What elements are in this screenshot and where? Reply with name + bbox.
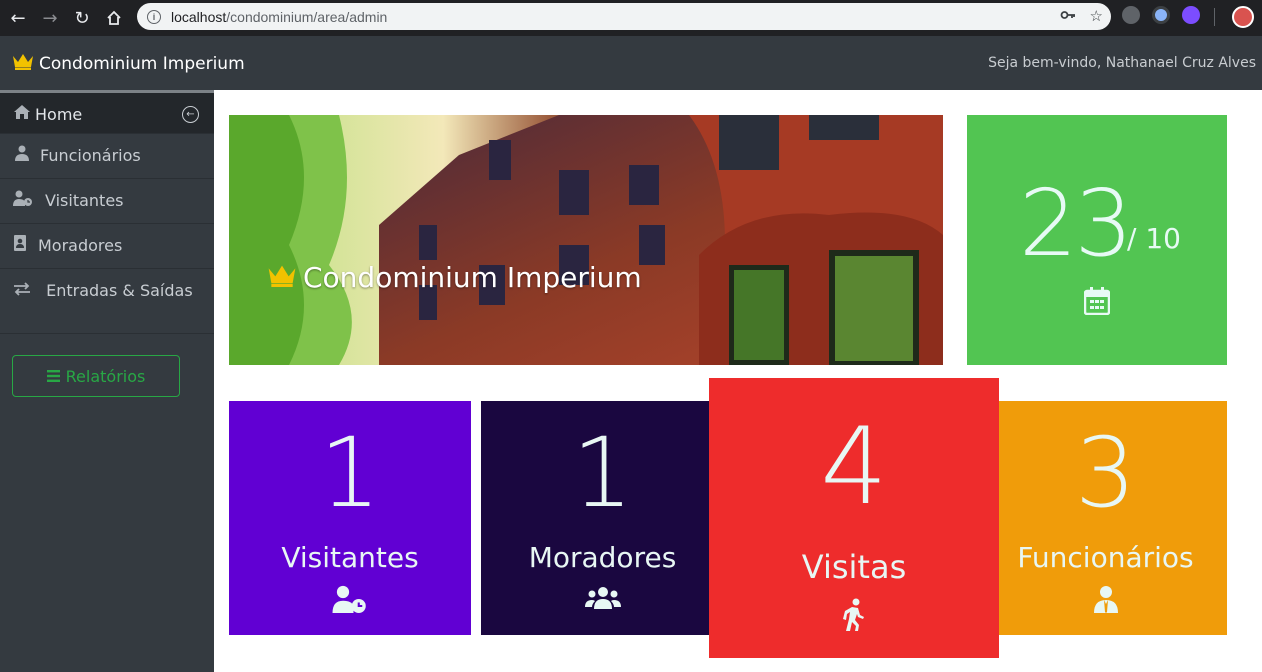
url-host: localhost [171, 8, 227, 25]
stat-card-funcionarios[interactable]: 3 Funcionários [984, 401, 1227, 635]
sidebar-item-label: Home [35, 105, 83, 124]
stat-label: Visitas [801, 548, 907, 586]
welcome-text: Seja bem-vindo, Nathanael Cruz Alves [988, 55, 1256, 71]
browser-toolbar: ← → ↻ i localhost/condominium/area/admin… [0, 0, 1262, 36]
sidebar-item-entradas-saidas[interactable]: Entradas & Saídas [0, 269, 214, 334]
exchange-icon [13, 279, 35, 303]
extension-circle-icon[interactable] [1152, 6, 1170, 24]
hero-title-text: Condominium Imperium [303, 261, 642, 294]
user-clock-icon [13, 189, 35, 213]
home-browser-icon[interactable] [100, 4, 128, 32]
info-icon[interactable]: i [147, 9, 161, 24]
sidebar-item-label: Entradas & Saídas [46, 281, 193, 300]
collapse-arrow-icon[interactable]: ← [182, 106, 199, 123]
date-card: 23 / 10 [967, 115, 1227, 365]
app-navbar: Condominium Imperium Seja bem-vindo, Nat… [0, 36, 1262, 90]
walking-icon [709, 598, 999, 632]
date-day: 23 [1019, 170, 1133, 277]
hero-banner: Condominium Imperium [229, 115, 943, 365]
extension-check-icon[interactable] [1182, 6, 1200, 24]
extension-bolt-icon[interactable] [1122, 6, 1140, 24]
user-clock-icon [229, 585, 471, 613]
crown-icon [267, 261, 297, 294]
home-icon [13, 103, 35, 127]
reports-label: Relatórios [65, 366, 146, 386]
sidebar-item-label: Visitantes [45, 191, 124, 210]
stat-value: 1 [571, 417, 634, 529]
bookmark-star-icon[interactable]: ☆ [1090, 7, 1103, 27]
forward-icon[interactable]: → [36, 4, 64, 32]
sidebar-item-funcionarios[interactable]: Funcionários [0, 134, 214, 179]
stat-value: 3 [1074, 417, 1137, 529]
url-path: /condominium/area/admin [226, 8, 388, 25]
address-bar[interactable]: i localhost/condominium/area/admin ☆ [137, 3, 1111, 30]
stat-card-visitas[interactable]: 4 Visitas [709, 378, 999, 658]
stat-card-visitantes[interactable]: 1 Visitantes [229, 401, 471, 635]
sidebar-item-visitantes[interactable]: Visitantes [0, 179, 214, 224]
key-icon[interactable] [1060, 7, 1076, 27]
sidebar-item-label: Funcionários [40, 146, 141, 165]
stat-card-moradores[interactable]: 1 Moradores [481, 401, 724, 635]
stat-value: 4 [820, 405, 888, 528]
brand[interactable]: Condominium Imperium [12, 52, 245, 75]
sidebar: Home ← Funcionários Visitantes Moradores… [0, 90, 214, 672]
bars-icon [46, 367, 60, 386]
sidebar-item-moradores[interactable]: Moradores [0, 224, 214, 269]
stat-value: 1 [319, 417, 381, 529]
sidebar-item-label: Moradores [38, 236, 123, 255]
stat-label: Moradores [528, 541, 677, 574]
crown-icon [12, 52, 34, 75]
address-book-icon [13, 234, 35, 258]
users-icon [481, 585, 724, 611]
stat-label: Visitantes [281, 541, 419, 574]
calendar-icon [1083, 287, 1111, 319]
building-photo [229, 115, 943, 365]
back-icon[interactable]: ← [4, 4, 32, 32]
profile-avatar[interactable] [1232, 6, 1254, 28]
reports-button[interactable]: Relatórios [12, 355, 180, 397]
date-month: / 10 [1127, 222, 1181, 255]
stat-label: Funcionários [1017, 541, 1194, 574]
user-tie-icon [984, 585, 1227, 613]
user-tie-icon [13, 144, 35, 168]
brand-name: Condominium Imperium [39, 53, 245, 74]
sidebar-item-home[interactable]: Home ← [0, 93, 214, 134]
reload-icon[interactable]: ↻ [68, 4, 96, 32]
divider [1214, 8, 1217, 26]
hero-title: Condominium Imperium [267, 261, 642, 294]
